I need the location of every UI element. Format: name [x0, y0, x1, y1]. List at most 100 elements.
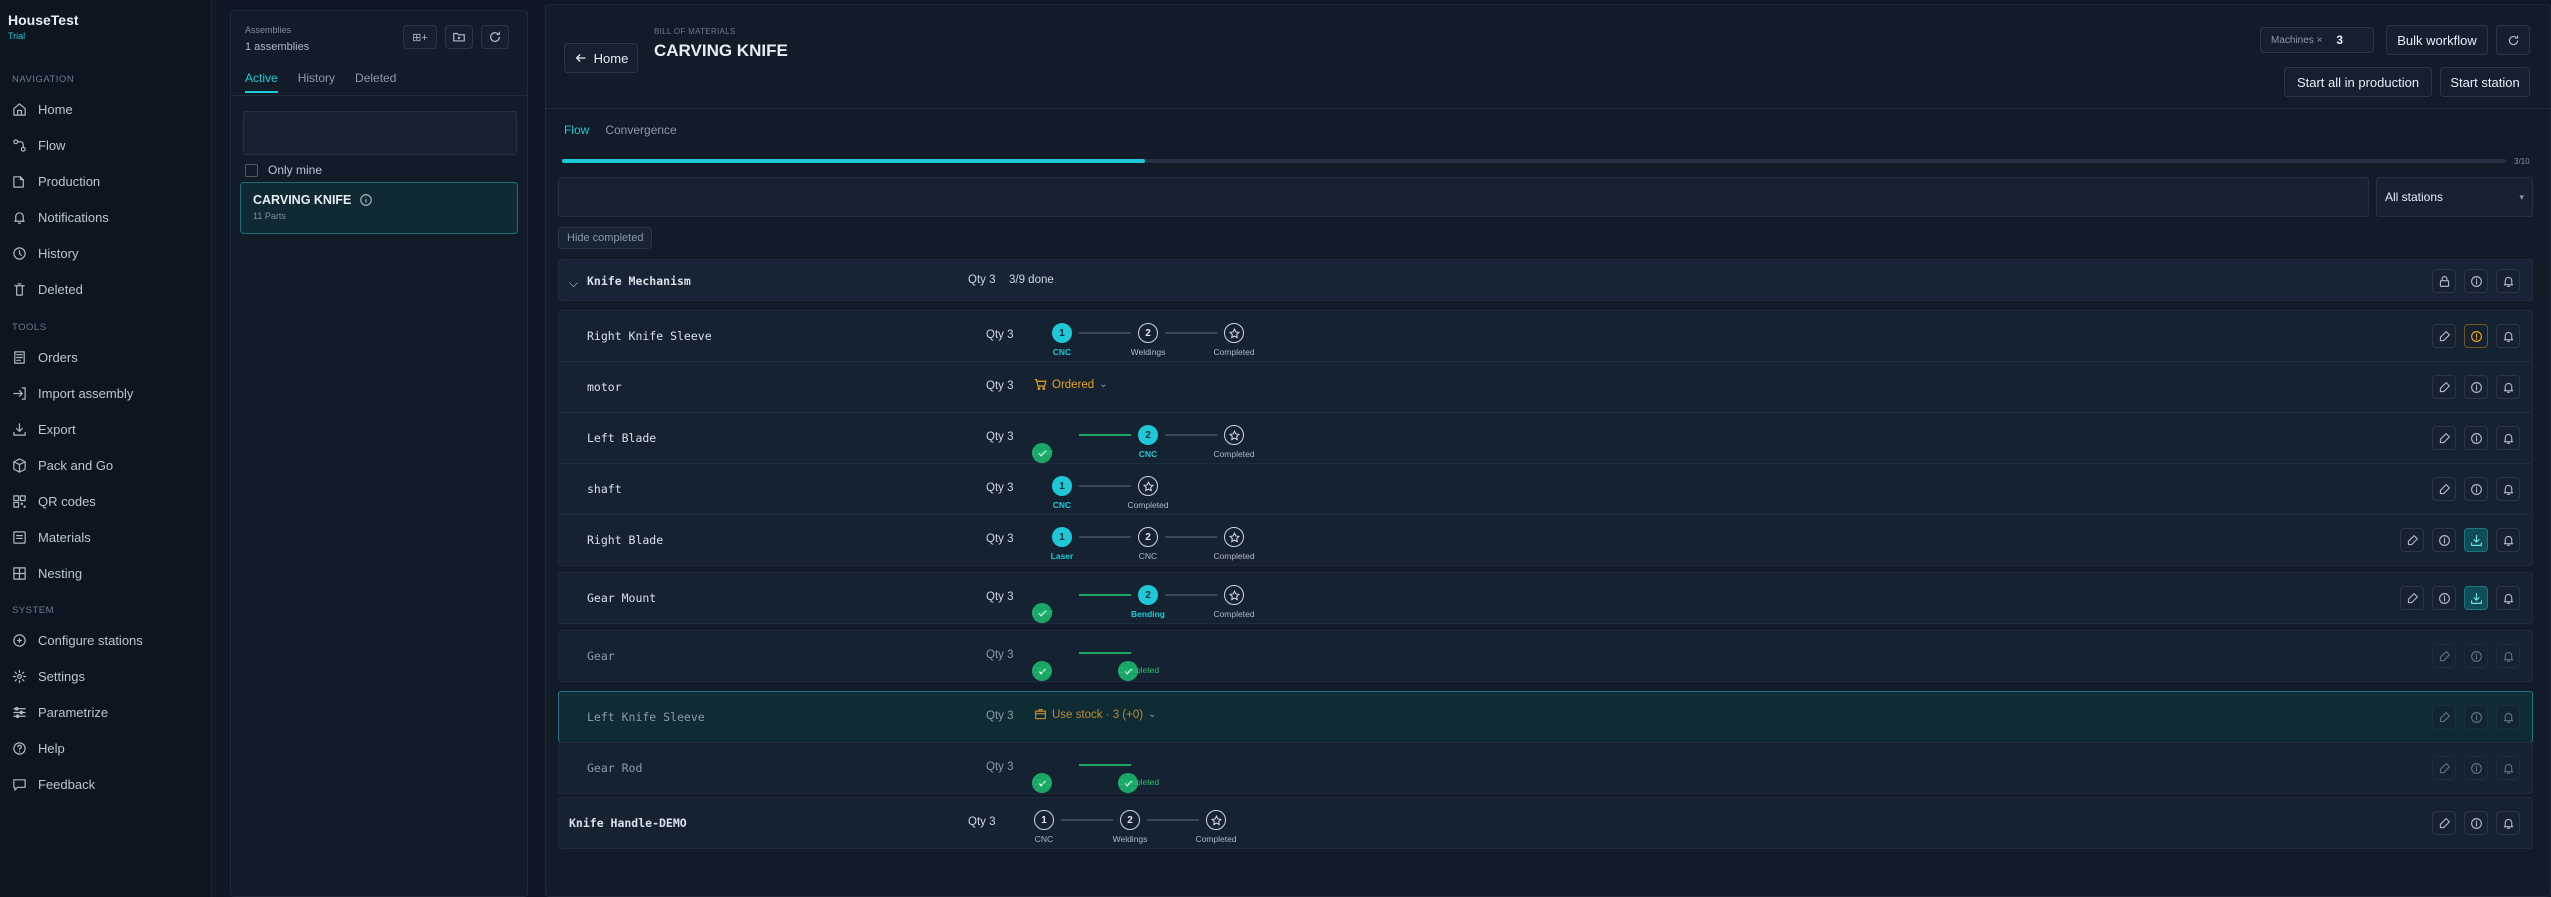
tab-deleted[interactable]: Deleted	[355, 71, 396, 93]
lock-icon[interactable]	[2432, 269, 2456, 293]
workflow-step[interactable]: 2 Weldings	[1100, 810, 1160, 844]
machines-stepper[interactable]: Machines × 3	[2260, 27, 2374, 53]
chevron-down-icon[interactable]: ⌵	[569, 276, 578, 291]
workflow-step[interactable]: 2 Weldings	[1118, 323, 1178, 357]
workflow-step[interactable]: Completed	[1204, 425, 1264, 459]
info-icon[interactable]	[2464, 269, 2488, 293]
table-row[interactable]: Knife Handle-DEMO Qty 3 1 CNC 2 Weldings Compl…	[558, 797, 2533, 849]
edit-icon[interactable]	[2400, 586, 2424, 610]
assemblies-search-input[interactable]	[243, 111, 517, 155]
workflow-step[interactable]: Completed	[1204, 585, 1264, 619]
sidebar-item-orders[interactable]: Orders	[12, 346, 78, 368]
workflow-step[interactable]: 1 CNC	[1032, 323, 1092, 357]
workflow-step[interactable]: 2 CNC	[1118, 425, 1178, 459]
workflow-step[interactable]: Completed	[1118, 476, 1178, 510]
table-row[interactable]: Right Blade Qty 3 1 Laser 2 CNC Completed	[558, 514, 2533, 566]
stations-select[interactable]: All stations ▾	[2376, 177, 2533, 217]
info-icon[interactable]	[2464, 705, 2488, 729]
info-icon[interactable]	[2464, 426, 2488, 450]
workflow-step[interactable]: 1 Laser	[1032, 527, 1092, 561]
workflow-step[interactable]: Completed	[1204, 323, 1264, 357]
status-badge[interactable]: Use stock · 3 (+0) ⌄	[1034, 708, 1156, 721]
bell-icon[interactable]	[2496, 426, 2520, 450]
workflow-step[interactable]: 2 CNC	[1118, 527, 1178, 561]
table-row[interactable]: Left Blade Qty 3 Laser 2 CNC Completed	[558, 412, 2533, 464]
add-assembly-button[interactable]: ⊞+	[403, 25, 437, 49]
bell-icon[interactable]	[2496, 477, 2520, 501]
bell-icon[interactable]	[2496, 705, 2520, 729]
info-icon[interactable]	[2464, 477, 2488, 501]
download-icon[interactable]	[2464, 586, 2488, 610]
checkbox-box[interactable]	[245, 163, 258, 177]
sidebar-item-export[interactable]: Export	[12, 418, 76, 440]
sidebar-item-production[interactable]: Production	[12, 170, 100, 192]
sidebar-item-home[interactable]: Home	[12, 98, 73, 120]
bell-icon[interactable]	[2496, 586, 2520, 610]
info-icon[interactable]	[2432, 586, 2456, 610]
sidebar-item-history[interactable]: History	[12, 242, 78, 264]
sidebar-item-flow[interactable]: Flow	[12, 134, 65, 156]
edit-icon[interactable]	[2432, 477, 2456, 501]
refresh-icon[interactable]	[481, 25, 509, 49]
table-row[interactable]: Gear Rod Qty 3 CNC Completed	[558, 742, 2533, 794]
info-icon[interactable]	[2464, 644, 2488, 668]
bell-icon[interactable]	[2496, 375, 2520, 399]
bell-icon[interactable]	[2496, 269, 2520, 293]
parts-search-input[interactable]	[558, 177, 2369, 217]
edit-icon[interactable]	[2432, 811, 2456, 835]
start-all-button[interactable]: Start all in production	[2284, 67, 2432, 97]
edit-icon[interactable]	[2432, 705, 2456, 729]
start-station-button[interactable]: Start station	[2440, 67, 2530, 97]
sidebar-item-settings[interactable]: Settings	[12, 665, 85, 687]
edit-icon[interactable]	[2432, 644, 2456, 668]
sidebar-item-materials[interactable]: Materials	[12, 526, 91, 548]
bell-icon[interactable]	[2496, 324, 2520, 348]
bulk-workflow-button[interactable]: Bulk workflow	[2386, 25, 2488, 55]
info-icon[interactable]	[2464, 756, 2488, 780]
bell-icon[interactable]	[2496, 644, 2520, 668]
refresh-icon[interactable]	[2496, 25, 2530, 55]
sidebar-item-qr-codes[interactable]: QR codes	[12, 490, 96, 512]
sidebar-item-deleted[interactable]: Deleted	[12, 278, 83, 300]
info-icon[interactable]	[2464, 375, 2488, 399]
bell-icon[interactable]	[2496, 811, 2520, 835]
table-row[interactable]: Left Knife Sleeve Qty 3 Use stock · 3 (+0)…	[558, 691, 2533, 743]
workflow-step[interactable]: Completed	[1204, 527, 1264, 561]
tab-convergence[interactable]: Convergence	[605, 123, 676, 143]
edit-icon[interactable]	[2432, 756, 2456, 780]
hide-completed-button[interactable]: Hide completed	[558, 227, 653, 249]
sidebar-item-configure-stations[interactable]: Configure stations	[12, 629, 143, 651]
sidebar-item-parametrize[interactable]: Parametrize	[12, 701, 108, 723]
sidebar-item-notifications[interactable]: Notifications	[12, 206, 109, 228]
brand[interactable]: HouseTest Trial	[8, 12, 79, 41]
table-row[interactable]: motor Qty 3 Ordered ⌄	[558, 361, 2533, 413]
workflow-step[interactable]: Completed	[1186, 810, 1246, 844]
table-row[interactable]: Gear Qty 3 CNC Completed	[558, 630, 2533, 682]
sidebar-item-help[interactable]: Help	[12, 737, 65, 759]
table-row[interactable]: shaft Qty 3 1 CNC Completed	[558, 463, 2533, 515]
info-icon[interactable]	[2432, 528, 2456, 552]
sidebar-item-import-assembly[interactable]: Import assembly	[12, 382, 133, 404]
sidebar-item-nesting[interactable]: Nesting	[12, 562, 82, 584]
tab-flow[interactable]: Flow	[564, 123, 589, 143]
back-home-button[interactable]: Home	[564, 43, 638, 73]
workflow-step[interactable]: 1 CNC	[1032, 476, 1092, 510]
table-row[interactable]: Gear Mount Qty 3 Laser 2 Bending Completed	[558, 572, 2533, 624]
edit-icon[interactable]	[2432, 324, 2456, 348]
table-row[interactable]: Right Knife Sleeve Qty 3 1 CNC 2 Weldings Comp…	[558, 310, 2533, 362]
sidebar-item-feedback[interactable]: Feedback	[12, 773, 95, 795]
bell-icon[interactable]	[2496, 756, 2520, 780]
assembly-card[interactable]: CARVING KNIFE 11 Parts	[240, 182, 518, 234]
edit-icon[interactable]	[2432, 426, 2456, 450]
only-mine-checkbox[interactable]: Only mine	[245, 163, 322, 177]
info-icon[interactable]	[359, 193, 373, 207]
edit-icon[interactable]	[2400, 528, 2424, 552]
info-icon[interactable]	[2464, 811, 2488, 835]
download-icon[interactable]	[2464, 528, 2488, 552]
warning-icon[interactable]	[2464, 324, 2488, 348]
bell-icon[interactable]	[2496, 528, 2520, 552]
edit-icon[interactable]	[2432, 375, 2456, 399]
status-badge[interactable]: Ordered ⌄	[1034, 378, 1108, 391]
sidebar-item-pack-and-go[interactable]: Pack and Go	[12, 454, 113, 476]
table-row[interactable]: ⌵ Knife Mechanism Qty 3 3/9 done	[558, 259, 2533, 301]
